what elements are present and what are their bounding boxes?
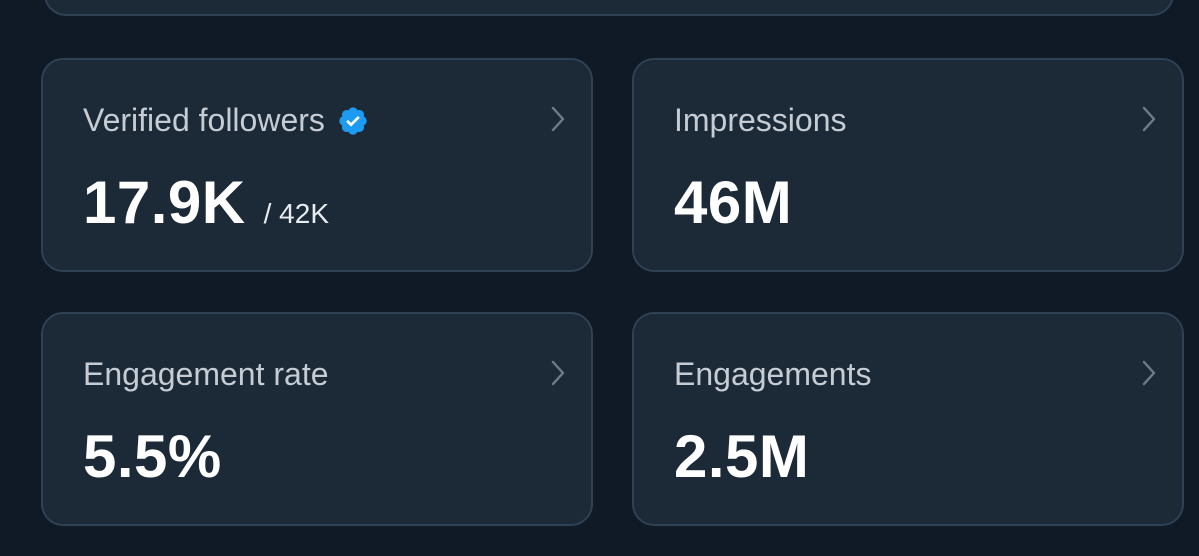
stat-card-verified-followers[interactable]: Verified followers 17.9K / 42K	[41, 58, 593, 272]
verified-badge-icon	[337, 105, 369, 137]
stat-card-engagement-rate[interactable]: Engagement rate 5.5%	[41, 312, 593, 526]
stat-title-row: Engagements	[674, 356, 871, 393]
stat-value-row: 5.5%	[83, 422, 222, 491]
stat-title: Impressions	[674, 102, 847, 138]
stat-card-engagements[interactable]: Engagements 2.5M	[632, 312, 1184, 526]
chevron-right-icon	[547, 104, 569, 134]
stat-title: Engagements	[674, 356, 872, 392]
previous-card[interactable]	[44, 0, 1174, 16]
stat-value: 2.5M	[674, 423, 810, 490]
stat-value-row: 46M	[674, 168, 792, 237]
stat-value: 17.9K	[83, 169, 246, 236]
chevron-right-icon	[1138, 104, 1160, 134]
chevron-right-icon	[1138, 358, 1160, 388]
stat-title-row: Verified followers	[83, 102, 369, 139]
stat-sub-value: / 42K	[263, 198, 329, 229]
stat-value: 46M	[674, 169, 793, 236]
stat-title: Engagement rate	[83, 356, 329, 392]
stat-title-row: Engagement rate	[83, 356, 329, 393]
stat-title: Verified followers	[83, 102, 325, 138]
chevron-right-icon	[547, 358, 569, 388]
stat-value-row: 2.5M	[674, 422, 809, 491]
stat-value: 5.5%	[83, 423, 222, 490]
stat-title-row: Impressions	[674, 102, 847, 139]
stat-value-row: 17.9K / 42K	[83, 168, 329, 237]
stat-card-impressions[interactable]: Impressions 46M	[632, 58, 1184, 272]
